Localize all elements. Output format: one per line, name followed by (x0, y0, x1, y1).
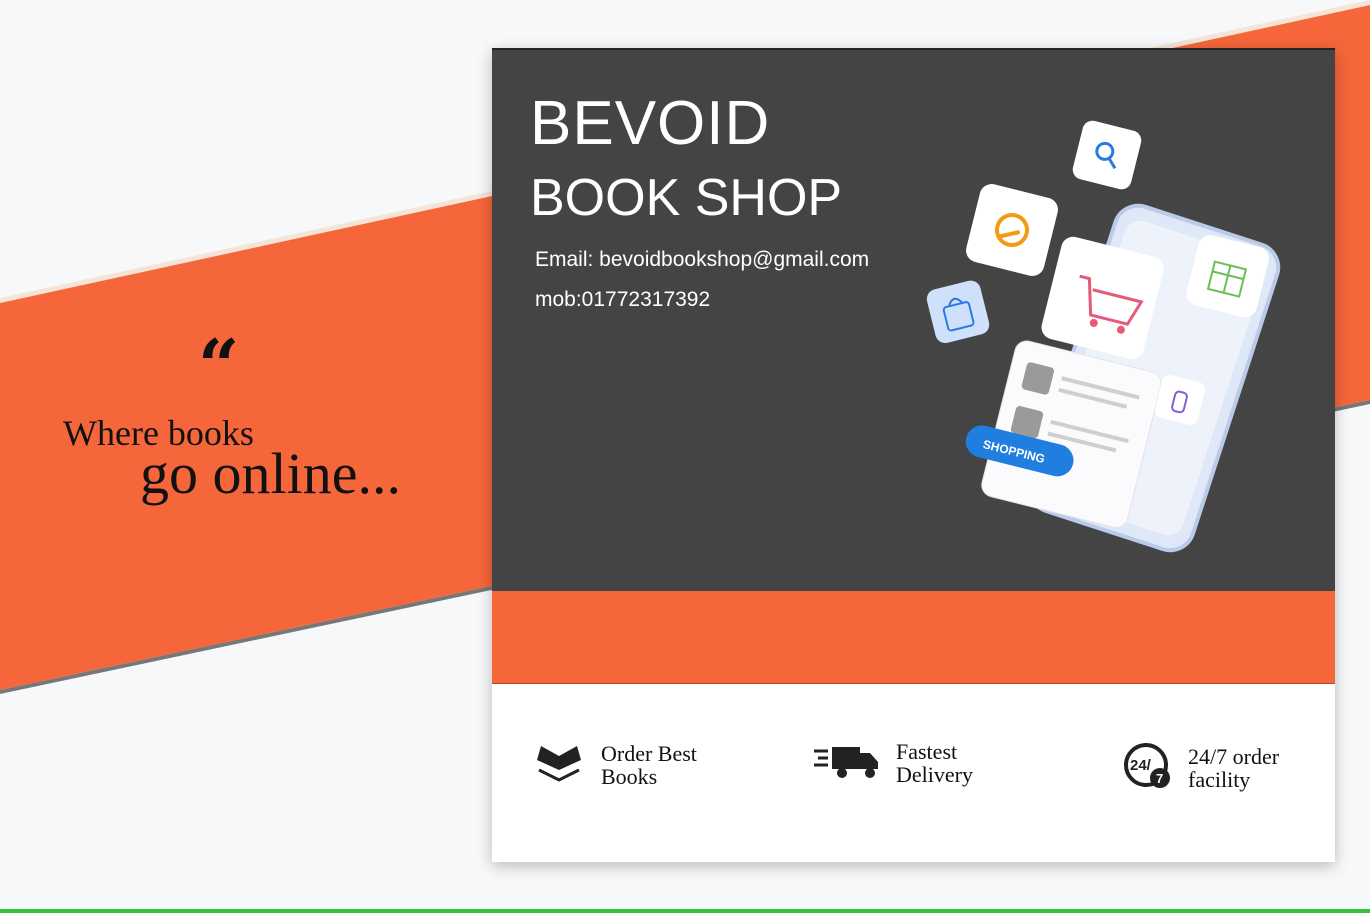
feature-label: 24/7 order facility (1188, 743, 1280, 792)
brand-subtitle: BOOK SHOP (530, 169, 843, 227)
tagline-line-2: go online... (140, 441, 401, 506)
bottom-accent-line (0, 909, 1370, 913)
card-header-panel: BEVOID BOOK SHOP Email: bevoidbookshop@g… (492, 48, 1335, 593)
svg-text:24/: 24/ (1130, 757, 1152, 774)
contact-email: Email: bevoidbookshop@gmail.com (535, 248, 870, 271)
contact-mobile: mob:01772317392 (535, 288, 711, 311)
brand-name: BEVOID (530, 89, 771, 158)
open-book-icon (533, 740, 585, 789)
svg-text:7: 7 (1156, 771, 1163, 786)
delivery-truck-icon (812, 741, 880, 786)
search-icon (1072, 120, 1142, 190)
feature-fast-delivery: Fastest Delivery (812, 740, 973, 786)
feature-24-7: 24/ 7 24/7 order facility (1122, 740, 1279, 795)
feature-label: Order Best Books (601, 740, 697, 789)
clock-24-7-icon: 24/ 7 (1122, 740, 1172, 795)
quote-mark-icon: “ (198, 323, 240, 408)
globe-cart-icon (966, 184, 1058, 276)
feature-label: Fastest Delivery (896, 739, 973, 787)
shopping-bag-icon (926, 280, 990, 344)
feature-order-books: Order Best Books (533, 740, 697, 789)
shopping-phone-illustration: SHOPPING (926, 120, 1281, 553)
card-accent-band (492, 591, 1335, 684)
